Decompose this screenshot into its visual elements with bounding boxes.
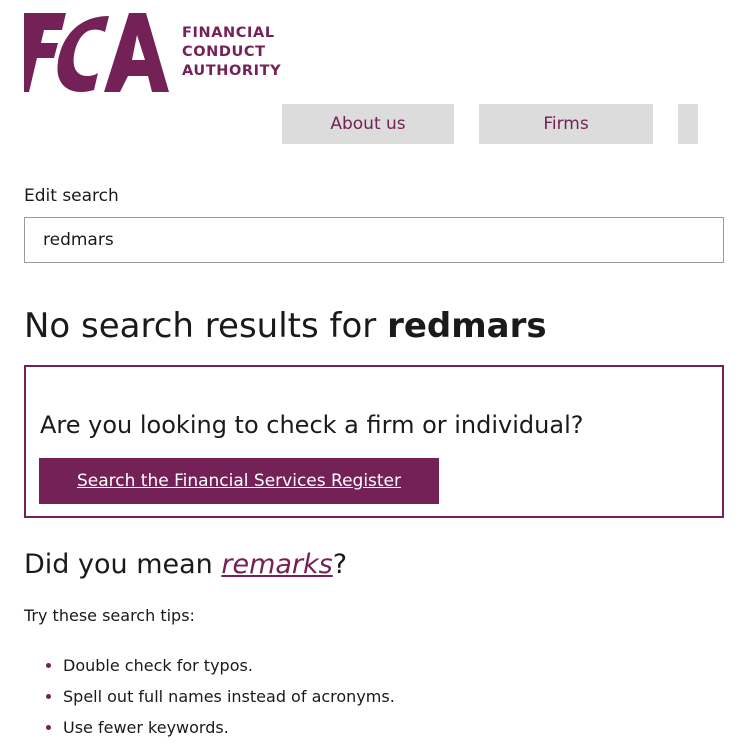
register-callout: Are you looking to check a firm or indiv… [24, 365, 724, 518]
logo-wordmark: FINANCIAL CONDUCT AUTHORITY [182, 24, 281, 81]
register-question: Are you looking to check a firm or indiv… [40, 411, 584, 439]
fca-logo[interactable]: FINANCIAL CONDUCT AUTHORITY [24, 10, 304, 94]
search-query: redmars [387, 306, 547, 346]
nav-about-us[interactable]: About us [282, 104, 454, 144]
tip-item: Double check for typos. [24, 650, 395, 681]
nav-item-partial[interactable] [678, 104, 698, 144]
did-you-mean-prefix: Did you mean [24, 549, 222, 580]
search-input[interactable] [24, 217, 724, 263]
tips-list: Double check for typos. Spell out full n… [24, 650, 395, 743]
nav-firms[interactable]: Firms [479, 104, 653, 144]
tip-item: Spell out full names instead of acronyms… [24, 681, 395, 712]
page: FINANCIAL CONDUCT AUTHORITY About us Fir… [0, 0, 745, 743]
tips-intro: Try these search tips: [24, 606, 195, 625]
suggestion-link[interactable]: remarks [221, 549, 332, 580]
edit-search-label: Edit search [24, 186, 119, 206]
search-register-button[interactable]: Search the Financial Services Register [39, 458, 439, 504]
no-results-prefix: No search results for [24, 306, 388, 346]
did-you-mean-heading: Did you mean remarks? [24, 549, 347, 580]
logo-line-3: AUTHORITY [182, 63, 282, 79]
fca-logo-mark [24, 13, 169, 92]
logo-line-1: FINANCIAL [182, 25, 275, 41]
logo-line-2: CONDUCT [182, 44, 266, 60]
tip-item: Use fewer keywords. [24, 712, 395, 743]
did-you-mean-suffix: ? [332, 549, 348, 580]
no-results-heading: No search results for redmars [24, 304, 547, 348]
